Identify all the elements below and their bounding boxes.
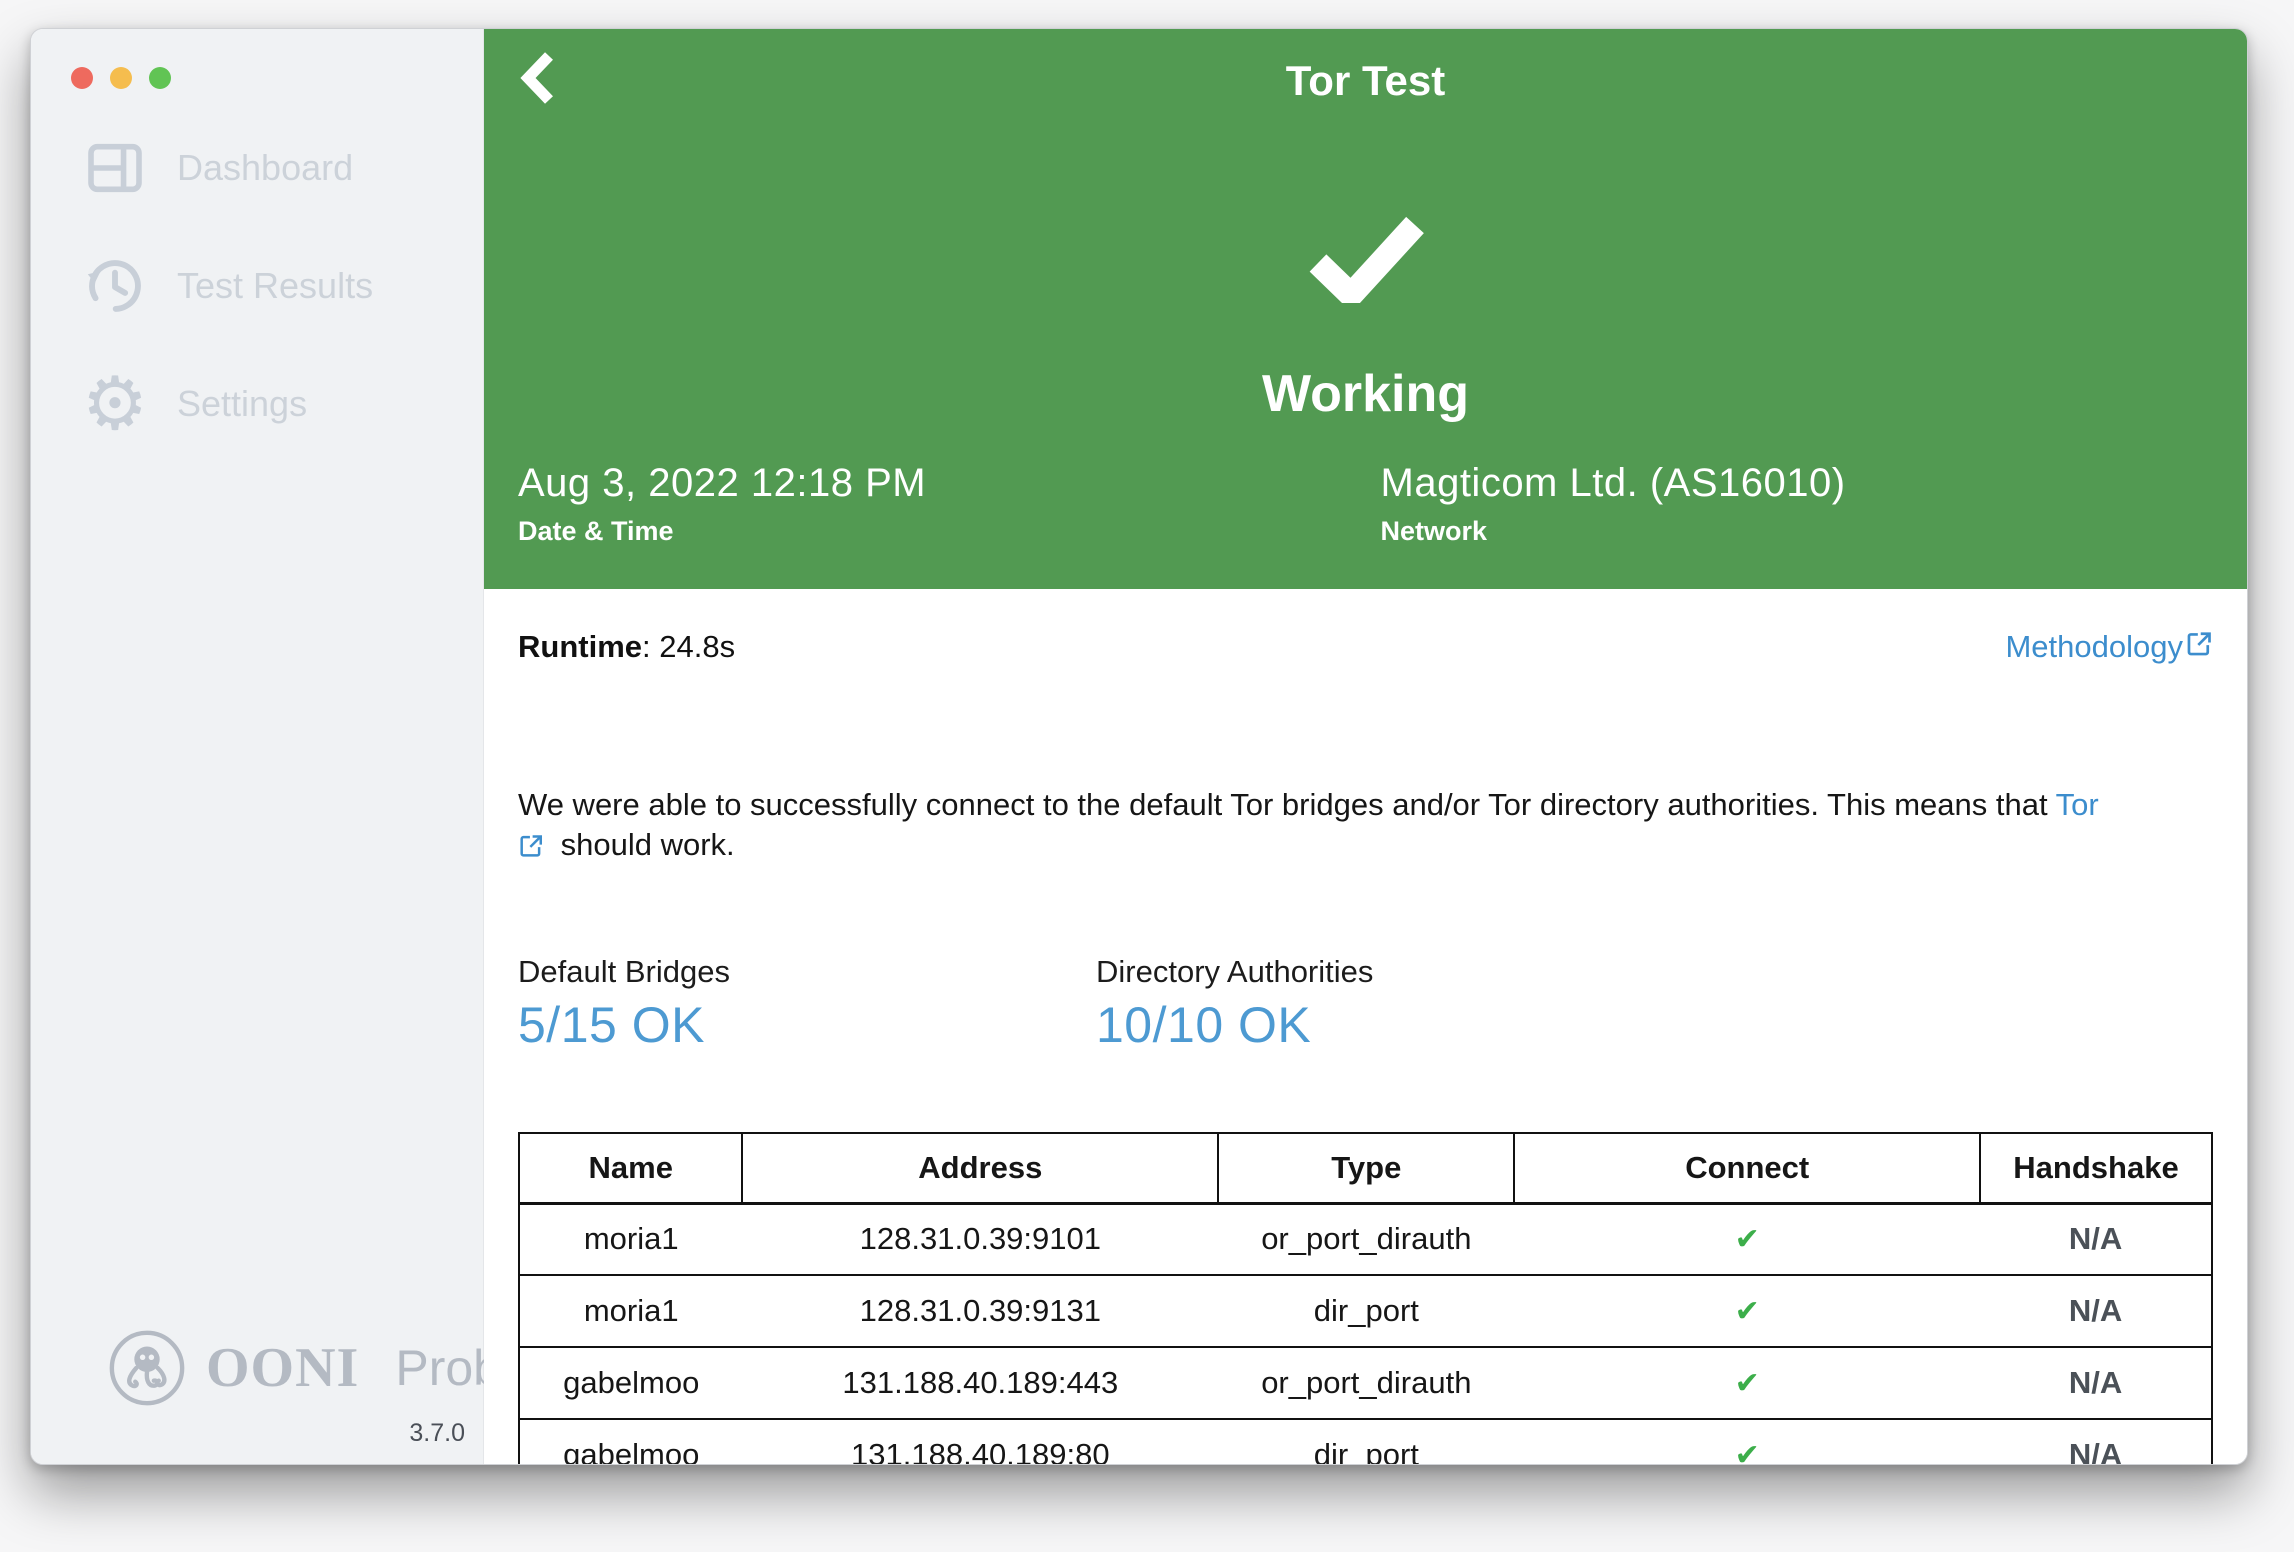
stat-value: 10/10 OK bbox=[1096, 997, 1312, 1053]
external-link-icon[interactable] bbox=[518, 829, 544, 869]
table-row: gabelmoo 131.188.40.189:443 or_port_dira… bbox=[519, 1346, 2212, 1419]
cell-type: or_port_dirauth bbox=[1218, 1202, 1515, 1275]
status-text: Working bbox=[1261, 365, 1470, 423]
ooni-probe-logo: OONI Probe bbox=[31, 1327, 529, 1409]
success-check-icon bbox=[1305, 215, 1427, 313]
methodology-label: Methodology bbox=[2005, 629, 2183, 664]
network-label: Network bbox=[1380, 516, 1488, 546]
stat-label: Default Bridges bbox=[518, 954, 730, 989]
check-icon: ✔ bbox=[1734, 1438, 1760, 1464]
cell-handshake: N/A bbox=[1980, 1202, 2212, 1275]
column-header-handshake: Handshake bbox=[1979, 1132, 2213, 1205]
result-description: We were able to successfully connect to … bbox=[518, 785, 2213, 869]
cell-connect: ✔ bbox=[1514, 1346, 1981, 1419]
cell-name: moria1 bbox=[519, 1274, 743, 1347]
column-header-address: Address bbox=[741, 1132, 1220, 1205]
table-row: moria1 128.31.0.39:9131 dir_port ✔ N/A bbox=[519, 1274, 2212, 1347]
network-value: Magticom Ltd. (AS16010) bbox=[1380, 461, 1846, 505]
page-title: Tor Test bbox=[1285, 57, 1446, 104]
cell-name: moria1 bbox=[519, 1202, 743, 1275]
default-bridges-stat: Default Bridges 5/15 OK bbox=[518, 954, 1096, 1054]
check-icon: ✔ bbox=[1734, 1294, 1760, 1329]
cell-address: 131.188.40.189:80 bbox=[742, 1418, 1219, 1464]
cell-connect: ✔ bbox=[1514, 1418, 1981, 1464]
datetime-block: Aug 3, 2022 12:18 PM Date & Time bbox=[518, 461, 1351, 547]
ooni-octopus-icon bbox=[106, 1327, 188, 1409]
cell-connect: ✔ bbox=[1514, 1274, 1981, 1347]
gear-icon: ⚙ bbox=[81, 361, 149, 447]
logo-brand-text: OONI bbox=[206, 1337, 360, 1399]
stats-row: Default Bridges 5/15 OK Directory Author… bbox=[518, 954, 2213, 1054]
app-window: Dashboard Test Results ⚙ Settings OONI P… bbox=[30, 28, 2248, 1465]
table-row: moria1 128.31.0.39:9101 or_port_dirauth … bbox=[519, 1202, 2212, 1275]
result-header: Tor Test Working Aug 3, 2022 12:18 PM Da… bbox=[484, 29, 2247, 589]
datetime-value: Aug 3, 2022 12:18 PM bbox=[518, 461, 927, 505]
sidebar: Dashboard Test Results ⚙ Settings OONI P… bbox=[31, 29, 529, 1464]
cell-address: 128.31.0.39:9131 bbox=[742, 1274, 1219, 1347]
cell-name: gabelmoo bbox=[519, 1418, 743, 1464]
sidebar-item-test-results[interactable]: Test Results bbox=[31, 227, 483, 345]
sidebar-nav: Dashboard Test Results ⚙ Settings bbox=[31, 109, 483, 463]
sidebar-item-label: Test Results bbox=[177, 265, 374, 306]
external-link-icon bbox=[2187, 632, 2211, 656]
result-meta: Aug 3, 2022 12:18 PM Date & Time Magtico… bbox=[484, 461, 2247, 589]
sidebar-item-label: Settings bbox=[177, 383, 308, 424]
sidebar-item-dashboard[interactable]: Dashboard bbox=[31, 109, 483, 227]
close-button[interactable] bbox=[71, 67, 93, 89]
minimize-button[interactable] bbox=[110, 67, 132, 89]
cell-name: gabelmoo bbox=[519, 1346, 743, 1419]
cell-type: dir_port bbox=[1218, 1274, 1515, 1347]
runtime-text: Runtime: 24.8s bbox=[518, 629, 736, 664]
methodology-link[interactable]: Methodology bbox=[2005, 629, 2213, 665]
cell-type: dir_port bbox=[1218, 1418, 1515, 1464]
bridge-table-body: moria1 128.31.0.39:9101 or_port_dirauth … bbox=[519, 1202, 2212, 1464]
cell-address: 131.188.40.189:443 bbox=[742, 1346, 1219, 1419]
column-header-connect: Connect bbox=[1513, 1132, 1982, 1205]
table-row: gabelmoo 131.188.40.189:80 dir_port ✔ N/… bbox=[519, 1418, 2212, 1464]
stat-label: Directory Authorities bbox=[1096, 954, 1374, 989]
cell-handshake: N/A bbox=[1980, 1418, 2212, 1464]
back-button[interactable] bbox=[520, 51, 554, 105]
dashboard-icon bbox=[81, 134, 149, 202]
desktop-background: Dashboard Test Results ⚙ Settings OONI P… bbox=[0, 0, 2294, 1552]
stat-value: 5/15 OK bbox=[518, 997, 705, 1053]
cell-address: 128.31.0.39:9101 bbox=[742, 1202, 1219, 1275]
app-version: 3.7.0 bbox=[409, 1419, 465, 1447]
tor-link[interactable]: Tor bbox=[2056, 787, 2099, 822]
traffic-lights bbox=[31, 29, 483, 89]
history-icon bbox=[81, 252, 149, 320]
zoom-button[interactable] bbox=[149, 67, 171, 89]
check-icon: ✔ bbox=[1734, 1366, 1760, 1401]
cell-connect: ✔ bbox=[1514, 1202, 1981, 1275]
table-header-row: Name Address Type Connect Handshake bbox=[517, 1132, 2213, 1205]
column-header-name: Name bbox=[517, 1132, 744, 1205]
datetime-label: Date & Time bbox=[518, 516, 674, 546]
check-icon: ✔ bbox=[1734, 1222, 1760, 1258]
main-panel: Tor Test Working Aug 3, 2022 12:18 PM Da… bbox=[484, 29, 2247, 1464]
result-details: Runtime: 24.8s Methodology We were able … bbox=[484, 589, 2247, 1464]
bridge-table: Name Address Type Connect Handshake mori… bbox=[517, 1132, 2213, 1464]
sidebar-item-label: Dashboard bbox=[177, 147, 354, 188]
column-header-type: Type bbox=[1217, 1132, 1516, 1205]
cell-handshake: N/A bbox=[1980, 1346, 2212, 1419]
directory-authorities-stat: Directory Authorities 10/10 OK bbox=[1096, 954, 1373, 1054]
cell-type: or_port_dirauth bbox=[1218, 1346, 1515, 1419]
network-block: Magticom Ltd. (AS16010) Network bbox=[1351, 461, 2214, 547]
cell-handshake: N/A bbox=[1980, 1274, 2212, 1347]
sidebar-item-settings[interactable]: ⚙ Settings bbox=[31, 345, 483, 463]
